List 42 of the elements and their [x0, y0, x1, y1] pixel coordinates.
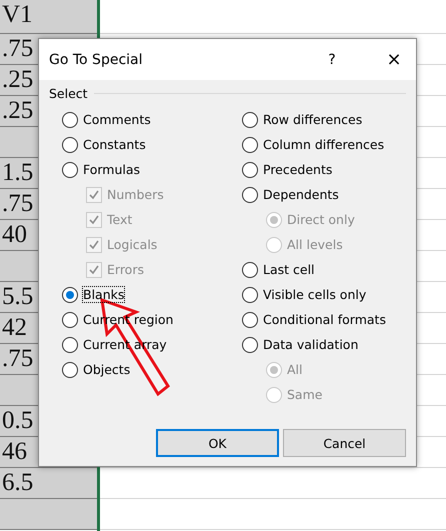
ok-button[interactable]: OK [156, 429, 279, 457]
option-label: Same [287, 387, 322, 402]
cancel-button[interactable]: Cancel [283, 429, 406, 457]
option-label: Conditional formats [263, 312, 386, 327]
option-label: Numbers [107, 187, 164, 202]
radio-button[interactable] [242, 286, 258, 302]
radio-button[interactable] [62, 362, 78, 378]
option-label: All levels [287, 237, 343, 252]
table-cell: 6.5 [0, 468, 97, 499]
radio-button[interactable] [242, 136, 258, 152]
checkmark-icon [89, 190, 99, 200]
checkmark-icon [89, 264, 99, 274]
table-cell: V1 [0, 0, 97, 34]
help-button[interactable]: ? [322, 52, 342, 68]
option-label: Dependents [263, 187, 339, 202]
radio-button[interactable] [242, 262, 258, 278]
option-label: Data validation [263, 337, 358, 352]
radio-button[interactable] [242, 336, 258, 352]
radio-button[interactable] [62, 136, 78, 152]
radio-button[interactable] [242, 312, 258, 328]
close-button[interactable]: × [384, 49, 404, 70]
option-label: Errors [107, 262, 144, 277]
option-label: Column differences [263, 137, 384, 152]
radio-button[interactable] [62, 162, 78, 178]
option-label: Visible cells only [263, 287, 366, 302]
radio-button[interactable] [62, 112, 78, 128]
option-label: Logicals [107, 237, 158, 252]
option-label: Direct only [287, 212, 355, 227]
option-label: Last cell [263, 262, 315, 277]
checkmark-icon [89, 240, 99, 250]
radio-button[interactable] [242, 162, 258, 178]
radio-button[interactable] [62, 336, 78, 352]
radio-button[interactable] [62, 312, 78, 328]
option-label: Text [107, 212, 132, 227]
radio-button[interactable] [242, 112, 258, 128]
checkmark-icon [89, 214, 99, 224]
option-label: Precedents [263, 162, 332, 177]
option-label: Row differences [263, 112, 362, 127]
radio-button[interactable] [242, 186, 258, 202]
radio-button[interactable] [62, 286, 78, 302]
option-label: All [287, 362, 302, 377]
option-label: Constants [83, 137, 146, 152]
